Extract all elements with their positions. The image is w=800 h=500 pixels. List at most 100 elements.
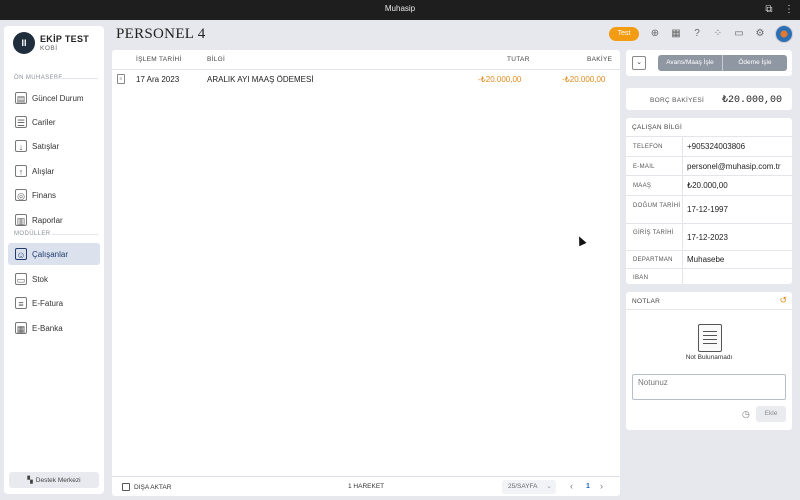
table-footer: DIŞA AKTAR 1 HAREKET 25/SAYFA ⌄ ‹ 1 › [112, 476, 620, 496]
avatar[interactable] [775, 25, 793, 43]
sidebar-item-label: Raporlar [32, 215, 63, 225]
process-salary-button[interactable]: Avans/Maaş İşle [658, 55, 722, 71]
sidebar-item-label: Satışlar [32, 141, 60, 151]
per-page-select[interactable]: 25/SAYFA ⌄ [502, 480, 556, 494]
column-amount[interactable]: TUTAR [507, 56, 530, 63]
info-row-department: DEPARTMAN Muhasebe [626, 250, 792, 268]
extensions-icon[interactable]: ⧉ [762, 3, 776, 17]
notes-title: NOTLAR [632, 298, 661, 305]
calendar-icon[interactable]: ▦ [670, 28, 682, 40]
info-label: TELEFON [633, 144, 663, 150]
empty-notes-text: Not Bulunamadı [685, 354, 733, 361]
info-value: personel@muhasip.com.tr [687, 162, 781, 171]
sidebar-item-reports[interactable]: ▥ Raporlar [8, 209, 100, 231]
info-value: 17-12-2023 [687, 233, 728, 242]
expand-toggle-button[interactable]: ⌄ [632, 56, 646, 70]
ebank-icon: ▦ [15, 322, 27, 334]
sidebar-item-label: Cariler [32, 117, 56, 127]
history-icon[interactable]: ↺ [779, 295, 787, 306]
sidebar-item-einvoice[interactable]: ≡ E-Fatura [8, 292, 100, 314]
next-page-icon[interactable]: › [600, 481, 603, 491]
window-titlebar: Muhasip ⧉ ⋮ [0, 0, 800, 20]
apps-icon[interactable]: ⁘ [712, 28, 724, 40]
add-note-button[interactable]: Ekle [756, 406, 786, 422]
row-date: 17 Ara 2023 [136, 75, 180, 84]
info-label: DOĞUM TARİHİ [633, 203, 681, 209]
brand-logo[interactable]: II [13, 32, 35, 54]
reports-icon: ▥ [15, 214, 27, 226]
current-page[interactable]: 1 [586, 483, 590, 490]
dashboard-icon: ▤ [15, 92, 27, 104]
prev-page-icon[interactable]: ‹ [570, 481, 573, 491]
sidebar-item-ebank[interactable]: ▦ E-Banka [8, 317, 100, 339]
balance-value: ₺20.000,00 [721, 95, 782, 106]
section-divider [52, 78, 98, 79]
window-icon[interactable]: ▭ [733, 28, 745, 40]
section-label-modules: MODÜLLER [14, 231, 51, 237]
purchases-icon: ↑ [15, 165, 27, 177]
clock-icon[interactable]: ◷ [742, 409, 750, 420]
brand-subtitle: KOBİ [40, 45, 58, 52]
document-icon[interactable]: ≡ [117, 74, 125, 84]
record-count: 1 HAREKET [348, 483, 385, 490]
notes-header: NOTLAR ↺ [626, 292, 792, 310]
row-info: ARALIK AYI MAAŞ ÖDEMESİ [207, 75, 314, 84]
notes-card: NOTLAR ↺ Not Bulunamadı ◷ Ekle [626, 292, 792, 430]
info-label: GİRİŞ TARİHİ [633, 230, 674, 236]
info-label: DEPARTMAN [633, 257, 673, 263]
info-row-email: E-MAIL personel@muhasip.com.tr [626, 156, 792, 175]
brand-name: EKİP TEST [40, 34, 90, 44]
stock-icon: ▭ [15, 273, 27, 285]
sidebar-item-current-status[interactable]: ▤ Güncel Durum [8, 87, 100, 109]
chat-icon: ▚ [27, 477, 33, 484]
note-input[interactable] [632, 374, 786, 400]
info-row-start-date: GİRİŞ TARİHİ 17-12-2023 [626, 223, 792, 250]
export-label: DIŞA AKTAR [134, 483, 172, 491]
column-balance[interactable]: BAKİYE [587, 56, 612, 63]
export-button[interactable]: DIŞA AKTAR [122, 483, 171, 491]
info-row-phone: TELEFON +905324003806 [626, 136, 792, 156]
row-amount: -₺20.000,00 [478, 75, 522, 84]
sidebar-item-accounts[interactable]: ☰ Cariler [8, 111, 100, 133]
info-row-birth-date: DOĞUM TARİHİ 17-12-1997 [626, 195, 792, 223]
sidebar-item-label: Alışlar [32, 166, 55, 176]
page-title: PERSONEL 4 [116, 26, 206, 42]
table-header: İŞLEM TARİHİ BİLGİ TUTAR BAKİYE [112, 50, 620, 70]
sidebar-item-label: Güncel Durum [32, 93, 84, 103]
employee-info-card: ÇALIŞAN BİLGİ TELEFON +905324003806 E-MA… [626, 118, 792, 284]
table-row[interactable]: ≡ 17 Ara 2023 ARALIK AYI MAAŞ ÖDEMESİ -₺… [112, 71, 620, 89]
settings-icon[interactable]: ⚙ [754, 28, 766, 40]
info-value: ₺20.000,00 [687, 181, 728, 190]
export-icon [122, 483, 130, 491]
chevron-down-icon: ⌄ [546, 483, 552, 490]
accounts-icon: ☰ [15, 116, 27, 128]
info-row-iban: IBAN [626, 268, 792, 284]
sidebar-item-stock[interactable]: ▭ Stok [8, 268, 100, 290]
sidebar-item-label: E-Fatura [32, 298, 64, 308]
sidebar-item-label: Stok [32, 274, 49, 284]
help-icon[interactable]: ? [691, 28, 703, 40]
kebab-menu-icon[interactable]: ⋮ [784, 3, 794, 17]
info-value: Muhasebe [687, 255, 725, 264]
column-date[interactable]: İŞLEM TARİHİ [136, 56, 182, 63]
balance-label: BORÇ BAKİYESİ [650, 97, 705, 104]
empty-notes-icon [698, 324, 722, 352]
employees-icon: ☺ [15, 248, 27, 260]
sidebar-item-sales[interactable]: ↓ Satışlar [8, 135, 100, 157]
app-root: II EKİP TEST KOBİ ÖN MUHASEBE ▤ Güncel D… [0, 20, 800, 500]
finance-icon: ◎ [15, 189, 27, 201]
info-row-salary: MAAŞ ₺20.000,00 [626, 175, 792, 195]
add-circle-icon[interactable]: ⊕ [649, 28, 661, 40]
info-label: MAAŞ [633, 183, 652, 189]
column-info[interactable]: BİLGİ [207, 56, 225, 63]
process-payment-button[interactable]: Ödeme İşle [722, 55, 787, 71]
sidebar-item-finance[interactable]: ◎ Finans [8, 184, 100, 206]
balance-card: BORÇ BAKİYESİ ₺20.000,00 [626, 88, 792, 110]
sidebar: II EKİP TEST KOBİ ÖN MUHASEBE ▤ Güncel D… [4, 26, 104, 494]
support-center-button[interactable]: ▚ Destek Merkezi [9, 472, 99, 488]
info-label: E-MAIL [633, 164, 655, 170]
sidebar-item-purchases[interactable]: ↑ Alışlar [8, 160, 100, 182]
sidebar-item-employees[interactable]: ☺ Çalışanlar [8, 243, 100, 265]
test-badge[interactable]: Test [609, 27, 639, 41]
window-title: Muhasip [384, 4, 416, 13]
